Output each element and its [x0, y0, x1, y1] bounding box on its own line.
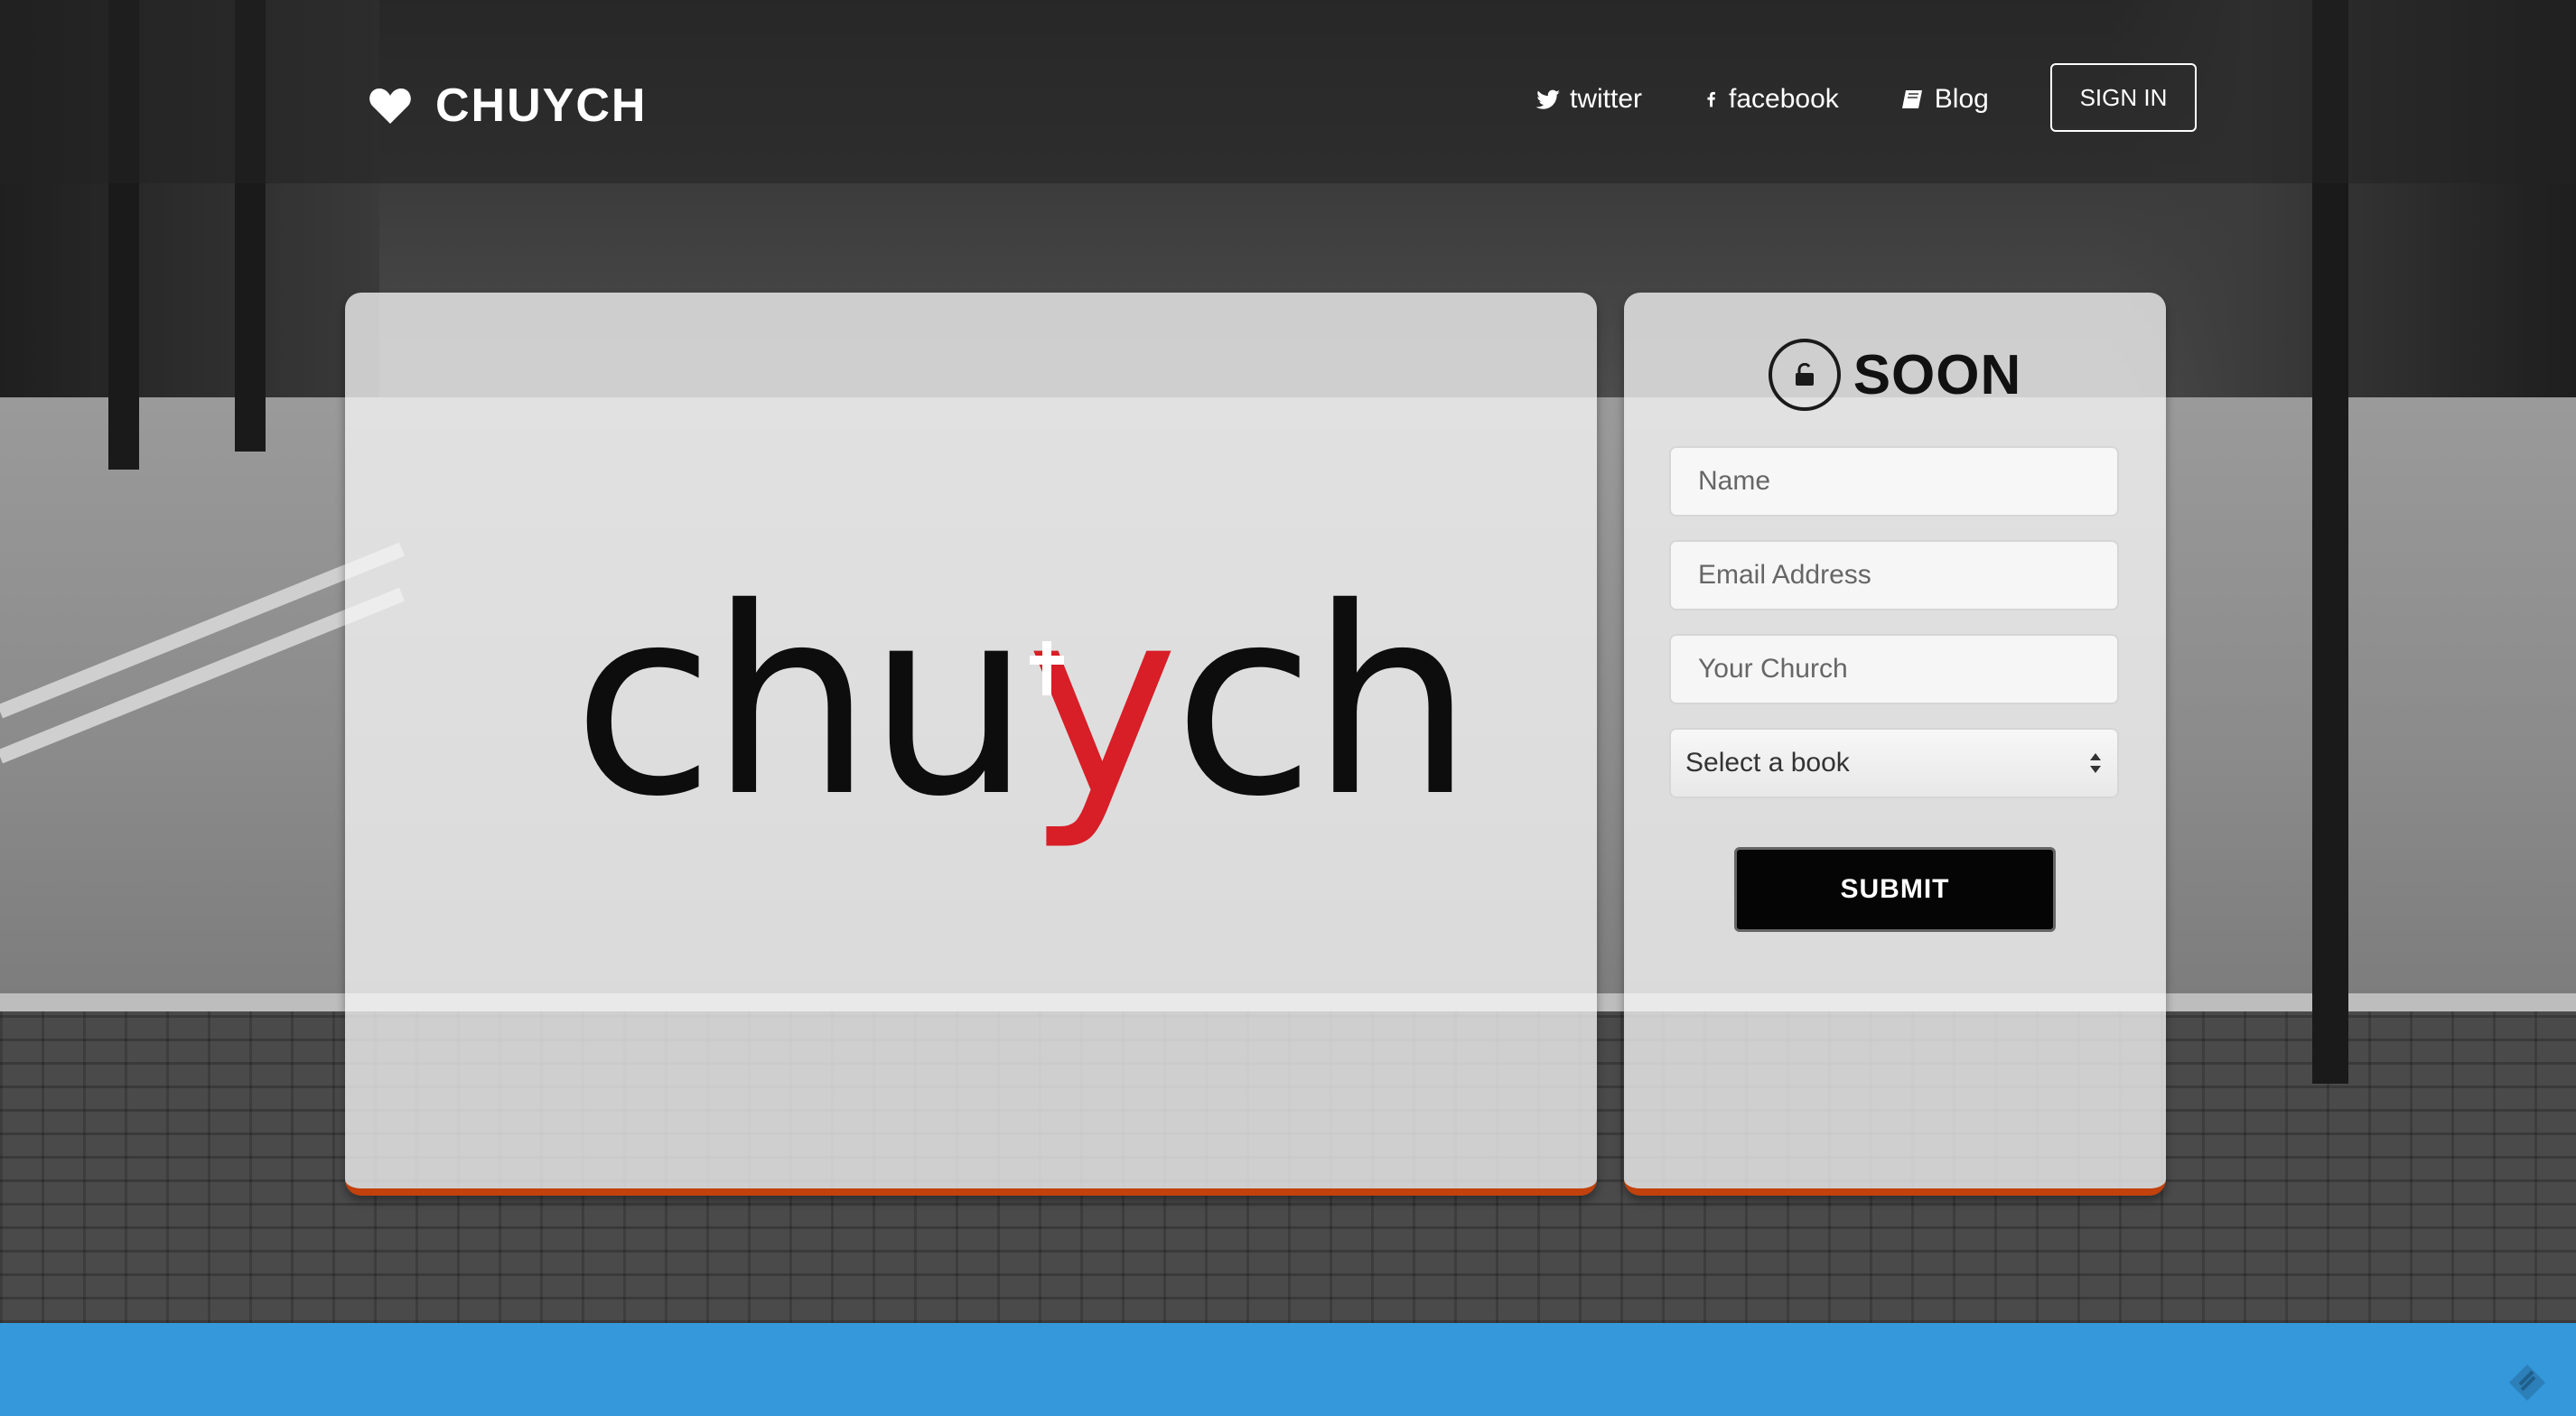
nav-link-twitter-label: twitter [1570, 84, 1643, 114]
bottom-bar [0, 1323, 2576, 1416]
facebook-icon [1707, 91, 1715, 107]
church-input[interactable] [1669, 634, 2119, 704]
nav-link-facebook-label: facebook [1729, 84, 1839, 114]
top-navbar: CHUYCH twitter facebook Blog SIGN IN [0, 0, 2576, 183]
nav-link-blog-label: Blog [1934, 84, 1989, 114]
name-input[interactable] [1669, 446, 2119, 517]
chuych-logo: chuych [573, 554, 1474, 852]
nav-links: twitter facebook Blog [1535, 78, 2050, 121]
chuych-logo-wordmark: chuych [573, 554, 1474, 853]
signup-panel: SOON Select a book SUBMIT [1624, 293, 2166, 1196]
submit-button[interactable]: SUBMIT [1734, 847, 2056, 932]
select-arrows-icon [2090, 753, 2101, 773]
nav-link-blog[interactable]: Blog [1900, 84, 1989, 115]
logo-text-after: ch [1173, 554, 1474, 853]
logo-text-before: chu [573, 554, 1031, 853]
heart-icon [369, 88, 411, 124]
lock-icon [1768, 339, 1841, 411]
twitter-icon [1535, 89, 1560, 109]
brand-logo-link[interactable]: CHUYCH [369, 76, 647, 135]
brand-name: CHUYCH [435, 79, 648, 132]
book-select-value: Select a book [1685, 748, 1850, 778]
email-input[interactable] [1669, 540, 2119, 610]
cross-icon [1030, 641, 1064, 695]
book-select[interactable]: Select a book [1669, 728, 2119, 798]
book-icon [1901, 90, 1922, 108]
signup-header: SOON [1624, 338, 2166, 412]
nav-link-facebook[interactable]: facebook [1703, 84, 1839, 115]
hero-logo-panel: chuych [345, 293, 1597, 1196]
nav-link-twitter[interactable]: twitter [1535, 84, 1642, 115]
signup-title: SOON [1853, 343, 2022, 406]
sign-in-button[interactable]: SIGN IN [2050, 63, 2197, 132]
feedback-corner-icon[interactable] [2506, 1361, 2549, 1404]
